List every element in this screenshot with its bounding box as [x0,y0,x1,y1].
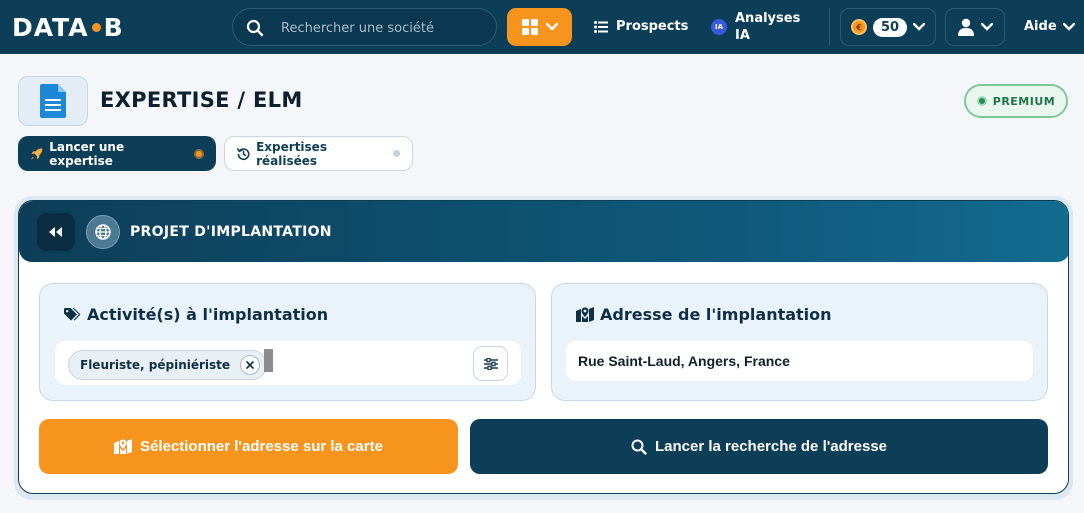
select-on-map-label: Sélectionner l'adresse sur la carte [140,438,383,455]
premium-label: PREMIUM [992,94,1056,108]
page-title: EXPERTISE / ELM [100,88,303,112]
premium-badge: PREMIUM [964,84,1068,118]
credits-count: 50 [873,17,908,37]
card-inner: PROJET D'IMPLANTATION Activité(s) à l'im… [18,200,1069,494]
search-box[interactable] [232,8,497,46]
tab-expertises-realisees-label: Expertises réalisées [256,139,327,168]
chevron-down-icon [981,23,993,31]
nav-prospects-label: Prospects [616,19,689,34]
search-address-label: Lancer la recherche de l'adresse [654,438,888,455]
sliders-icon [483,357,498,370]
search-address-button[interactable]: Lancer la recherche de l'adresse [470,419,1048,474]
card-title: PROJET D'IMPLANTATION [130,224,332,240]
document-icon [40,84,66,118]
nav-prospects[interactable]: Prospects [594,19,688,34]
text-cursor [264,349,273,372]
chevron-down-icon [545,23,558,31]
tab-active-dot [194,148,204,159]
select-on-map-button[interactable]: Sélectionner l'adresse sur la carte [39,419,458,474]
filter-settings-button[interactable] [473,346,508,381]
map-location-icon [114,439,133,454]
globe-icon [95,224,111,240]
logo[interactable]: DATA B [12,13,124,42]
nav-ia-label: Analyses IA [735,11,801,43]
rocket-icon [30,147,43,160]
close-icon [246,361,254,369]
chevron-down-icon [913,23,926,31]
projet-implantation-card: PROJET D'IMPLANTATION Activité(s) à l'im… [14,196,1073,500]
grid-icon [521,19,538,35]
chevron-down-icon [1062,22,1075,31]
tab-expertises-realisees[interactable]: Expertises réalisées [224,136,413,171]
search-input[interactable] [281,17,481,39]
list-icon [594,20,608,33]
logo-text-left: DATA [12,13,89,42]
help-label: Aide [1024,19,1057,34]
activity-chip-label: Fleuriste, pépiniériste [80,358,231,372]
apps-menu-button[interactable] [507,8,572,46]
address-field[interactable]: Rue Saint-Laud, Angers, France [566,341,1033,381]
history-icon [237,147,250,160]
credits-button[interactable]: € 50 [840,8,936,46]
tab-inactive-dot [393,150,400,157]
activity-label-text: Activité(s) à l'implantation [87,305,329,324]
globe-icon-badge [86,215,120,249]
logo-text-right: B [103,13,124,42]
user-icon [958,18,974,36]
top-navbar: DATA B Prospects IA Analyses IA € 50 Aide [0,0,1084,54]
tab-lancer-expertise-label: Lancer une expertise [49,139,125,168]
address-label: Adresse de l'implantation [576,305,832,324]
premium-dot [976,96,987,106]
address-panel: Adresse de l'implantation Rue Saint-Laud… [551,283,1048,401]
activity-panel: Activité(s) à l'implantation Fleuriste, … [39,283,536,401]
search-icon [631,439,647,455]
activity-label: Activité(s) à l'implantation [64,305,328,324]
coin-icon: € [851,19,867,35]
ia-icon: IA [711,19,727,35]
card-header: PROJET D'IMPLANTATION [19,201,1068,262]
collapse-button[interactable] [37,213,75,251]
address-label-text: Adresse de l'implantation [600,305,832,324]
activity-chip: Fleuriste, pépiniériste [68,350,268,380]
user-menu-button[interactable] [945,8,1005,46]
help-menu[interactable]: Aide [1024,19,1075,34]
tags-icon [64,307,81,320]
nav-analyses-ia[interactable]: IA Analyses IA [711,10,805,44]
chip-remove-button[interactable] [240,355,261,375]
page-icon-box [18,76,88,126]
search-icon [246,19,264,37]
tab-lancer-expertise[interactable]: Lancer une expertise [18,136,216,171]
activity-field[interactable]: Fleuriste, pépiniériste [55,341,521,385]
logo-dot [91,23,101,32]
nav-divider [829,8,830,46]
double-chevron-left-icon [49,227,62,237]
map-location-icon [576,307,594,322]
